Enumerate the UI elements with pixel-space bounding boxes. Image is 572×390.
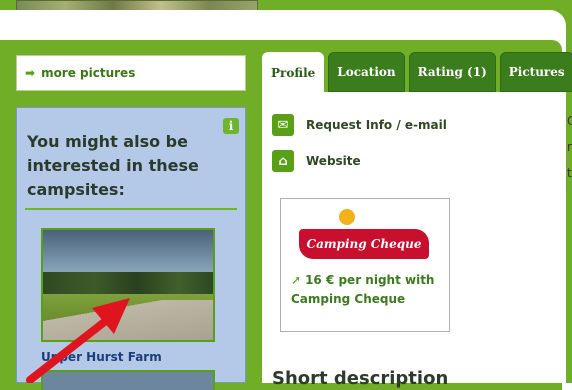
divider bbox=[25, 208, 237, 210]
camping-cheque-price-text: 16 € per night with Camping Cheque bbox=[291, 273, 435, 306]
tab-profile[interactable]: Profile bbox=[262, 52, 325, 94]
request-info-label: Request Info / e-mail bbox=[306, 118, 447, 132]
campsite-thumbnail-link[interactable]: Upper Hurst Farm bbox=[41, 350, 162, 364]
campsite-thumbnail-2[interactable] bbox=[41, 370, 215, 390]
profile-panel: ✉ Request Info / e-mail ⌂ Website Campin… bbox=[262, 92, 572, 389]
cut-off-text: r bbox=[567, 140, 572, 154]
website-link[interactable]: ⌂ Website bbox=[272, 150, 361, 172]
camping-cheque-logo-text: Camping Cheque bbox=[306, 237, 422, 251]
tab-location[interactable]: Location bbox=[328, 52, 405, 92]
tab-rating[interactable]: Rating (1) bbox=[408, 52, 496, 92]
cut-off-text: t bbox=[567, 166, 572, 180]
tab-bar: Profile Location Rating (1) Pictures bbox=[262, 52, 572, 94]
arrow-right-icon: ➡ bbox=[25, 66, 36, 80]
camping-cheque-box[interactable]: Camping Cheque ➚ 16 € per night with Camp… bbox=[280, 198, 450, 332]
suggested-campsites-box: i You might also be interested in these … bbox=[16, 107, 246, 390]
more-pictures-label: more pictures bbox=[41, 66, 136, 80]
tab-pictures[interactable]: Pictures bbox=[499, 52, 572, 92]
page-frame: ➡ more pictures i You might also be inte… bbox=[0, 0, 572, 390]
arrow-right-icon: ➚ bbox=[291, 273, 302, 287]
more-pictures-link[interactable]: ➡ more pictures bbox=[16, 55, 246, 91]
sun-icon bbox=[339, 209, 355, 225]
camping-cheque-logo: Camping Cheque bbox=[299, 229, 429, 259]
request-info-link[interactable]: ✉ Request Info / e-mail bbox=[272, 114, 447, 136]
cut-off-text: C bbox=[567, 114, 572, 128]
camping-cheque-price: ➚ 16 € per night with Camping Cheque bbox=[291, 271, 441, 309]
website-label: Website bbox=[306, 154, 361, 168]
home-icon: ⌂ bbox=[272, 150, 294, 172]
envelope-icon: ✉ bbox=[272, 114, 294, 136]
short-description-heading: Short description bbox=[272, 368, 449, 389]
suggested-campsites-title: You might also be interested in these ca… bbox=[27, 132, 199, 199]
campsite-thumbnail[interactable] bbox=[41, 228, 215, 342]
